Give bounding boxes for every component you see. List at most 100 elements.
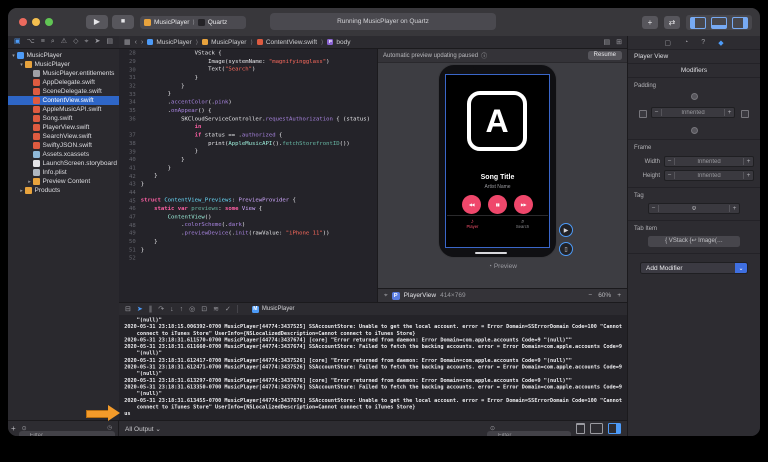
issue-navigator-icon[interactable]: ⚠ xyxy=(61,36,67,48)
inspector-toggle-icon[interactable] xyxy=(732,17,748,29)
forward-icon[interactable]: › xyxy=(141,39,143,46)
related-items-icon[interactable]: ▦ xyxy=(124,38,131,46)
breakpoint-navigator-icon[interactable]: ➤ xyxy=(94,36,100,48)
breakpoints-toggle-icon[interactable]: ➤ xyxy=(137,303,143,316)
minimize-window-button[interactable] xyxy=(32,18,40,26)
navigator-filter-field[interactable]: ⊙ ◷ xyxy=(19,424,115,434)
step-out-icon[interactable]: ↑ xyxy=(180,303,184,316)
variables-view-toggle-icon[interactable] xyxy=(590,423,603,434)
add-editor-icon[interactable]: ⊞ xyxy=(616,38,622,46)
debug-area-toggle-icon[interactable] xyxy=(711,17,727,29)
zoom-out-button[interactable]: − xyxy=(588,292,592,299)
plus-icon[interactable]: + xyxy=(744,172,753,179)
file-row[interactable]: AppDelegate.swift xyxy=(8,78,119,87)
code-line[interactable]: 45struct ContentView_Previews: PreviewPr… xyxy=(119,196,377,204)
breadcrumb-item[interactable]: MusicPlayer xyxy=(156,39,191,46)
pause-button[interactable]: ▮▮ xyxy=(488,195,507,214)
disclosure-icon[interactable]: ▸ xyxy=(26,179,33,185)
file-row[interactable]: ▾MusicPlayer xyxy=(8,60,119,69)
clear-console-icon[interactable] xyxy=(576,423,585,434)
back-icon[interactable]: ‹ xyxy=(135,39,137,46)
recent-files-icon[interactable]: ◷ xyxy=(107,425,113,431)
code-line[interactable]: 39 } xyxy=(119,147,377,155)
file-row[interactable]: AppleMusicAPI.swift xyxy=(8,105,119,114)
live-preview-button[interactable]: ▶ xyxy=(559,223,573,237)
file-row[interactable]: Assets.xcassets xyxy=(8,150,119,159)
file-row[interactable]: SceneDelegate.swift xyxy=(8,87,119,96)
code-line[interactable]: 35 .onAppear() { xyxy=(119,106,377,114)
quick-help-inspector-icon[interactable]: ? xyxy=(701,39,705,46)
minus-icon[interactable]: − xyxy=(649,205,658,212)
file-row[interactable]: LaunchScreen.storyboard xyxy=(8,159,119,168)
zoom-in-button[interactable]: + xyxy=(617,292,621,299)
plus-icon[interactable]: + xyxy=(744,158,753,165)
width-stepper[interactable]: − Inherited + xyxy=(664,156,754,167)
minus-icon[interactable]: − xyxy=(652,109,661,116)
padding-stepper[interactable]: − Inherited + xyxy=(651,107,735,118)
location-icon[interactable]: ◎ xyxy=(189,303,195,316)
code-line[interactable]: 42 } xyxy=(119,172,377,180)
iphone-preview[interactable]: A Song Title Artist Name ◀◀ ▮▮ ▶▶ ♪ Play… xyxy=(438,64,557,258)
find-navigator-icon[interactable]: ⌕ xyxy=(51,36,55,48)
plus-icon[interactable]: + xyxy=(725,109,734,116)
padding-bottom-handle[interactable] xyxy=(691,127,698,134)
view-debugger-icon[interactable]: ⊡ xyxy=(201,303,207,316)
file-row[interactable]: PlayerView.swift xyxy=(8,123,119,132)
file-row[interactable]: MusicPlayer.entitlements xyxy=(8,69,119,78)
code-line[interactable]: 46 static var previews: some View { xyxy=(119,204,377,212)
code-line[interactable]: 28 VStack { xyxy=(119,49,377,57)
console-filter-field[interactable]: ⊙ xyxy=(487,424,571,434)
file-row[interactable]: ▾MusicPlayer xyxy=(8,51,119,60)
environment-overrides-icon[interactable]: ✓ xyxy=(225,303,231,316)
memory-graph-icon[interactable]: ≋ xyxy=(213,303,219,316)
file-row[interactable]: ContentView.swift xyxy=(8,96,119,105)
add-file-button[interactable]: + xyxy=(11,424,16,433)
code-line[interactable]: 48 .colorScheme(.dark) xyxy=(119,221,377,229)
padding-trailing-checkbox[interactable] xyxy=(741,110,749,118)
file-row[interactable]: SearchView.swift xyxy=(8,132,119,141)
step-into-icon[interactable]: ↓ xyxy=(170,303,174,316)
pin-icon[interactable]: ⌖ xyxy=(384,292,388,300)
disclosure-icon[interactable]: ▾ xyxy=(18,62,25,68)
scheme-selector[interactable]: MusicPlayer ⟩ Quartz xyxy=(140,16,246,29)
code-line[interactable]: 49 .previewDevice(.init(rawValue: "iPhon… xyxy=(119,229,377,237)
console-view-toggle-icon[interactable] xyxy=(608,423,621,434)
stop-button[interactable]: ■ xyxy=(112,15,134,29)
file-row[interactable]: Song.swift xyxy=(8,114,119,123)
navigator-toggle-icon[interactable] xyxy=(690,17,706,29)
code-line[interactable]: 33 } xyxy=(119,90,377,98)
plus-icon[interactable]: + xyxy=(730,205,739,212)
code-line[interactable]: 44 xyxy=(119,188,377,196)
run-button[interactable]: ▶ xyxy=(86,15,108,29)
report-navigator-icon[interactable]: ▤ xyxy=(106,36,113,48)
code-line[interactable]: in xyxy=(119,123,377,131)
code-line[interactable]: 43} xyxy=(119,180,377,188)
breadcrumb-item[interactable]: ContentView.swift xyxy=(266,39,317,46)
file-row[interactable]: SwiftyJSON.swift xyxy=(8,141,119,150)
file-row[interactable]: ▸Preview Content xyxy=(8,177,119,186)
source-control-navigator-icon[interactable]: ⌥ xyxy=(27,36,35,48)
code-line[interactable]: 32 } xyxy=(119,82,377,90)
pause-icon[interactable]: ∥ xyxy=(149,303,153,316)
disclosure-icon[interactable]: ▾ xyxy=(10,53,17,59)
phone-screen[interactable]: A Song Title Artist Name ◀◀ ▮▮ ▶▶ ♪ Play… xyxy=(445,74,550,248)
hide-console-icon[interactable]: ⊟ xyxy=(125,303,131,316)
console-filter-input[interactable] xyxy=(487,431,571,437)
project-navigator-icon[interactable]: ▣ xyxy=(14,36,21,48)
code-line[interactable]: 34 .accentColor(.pink) xyxy=(119,98,377,106)
code-line[interactable]: 50 } xyxy=(119,237,377,245)
zoom-level[interactable]: 60% xyxy=(598,292,611,299)
library-button[interactable]: + xyxy=(642,16,658,29)
preview-on-device-button[interactable]: ▯ xyxy=(559,242,573,256)
padding-leading-checkbox[interactable] xyxy=(639,110,647,118)
code-line[interactable]: 47 ContentView() xyxy=(119,213,377,221)
navigator-filter-input[interactable] xyxy=(19,431,115,437)
resume-button[interactable]: Resume xyxy=(588,51,622,60)
debug-navigator-icon[interactable]: ⌖ xyxy=(85,36,89,48)
height-stepper[interactable]: − Inherited + xyxy=(664,170,754,181)
source-editor[interactable]: 28 VStack {29 Image(systemName: "magnify… xyxy=(119,49,377,302)
code-line[interactable]: 41 } xyxy=(119,164,377,172)
code-line[interactable]: 52 xyxy=(119,254,377,262)
tab-item-value-button[interactable]: { VStack {↩ Image(… xyxy=(648,236,740,247)
attributes-inspector-icon[interactable]: ◆ xyxy=(718,39,723,47)
